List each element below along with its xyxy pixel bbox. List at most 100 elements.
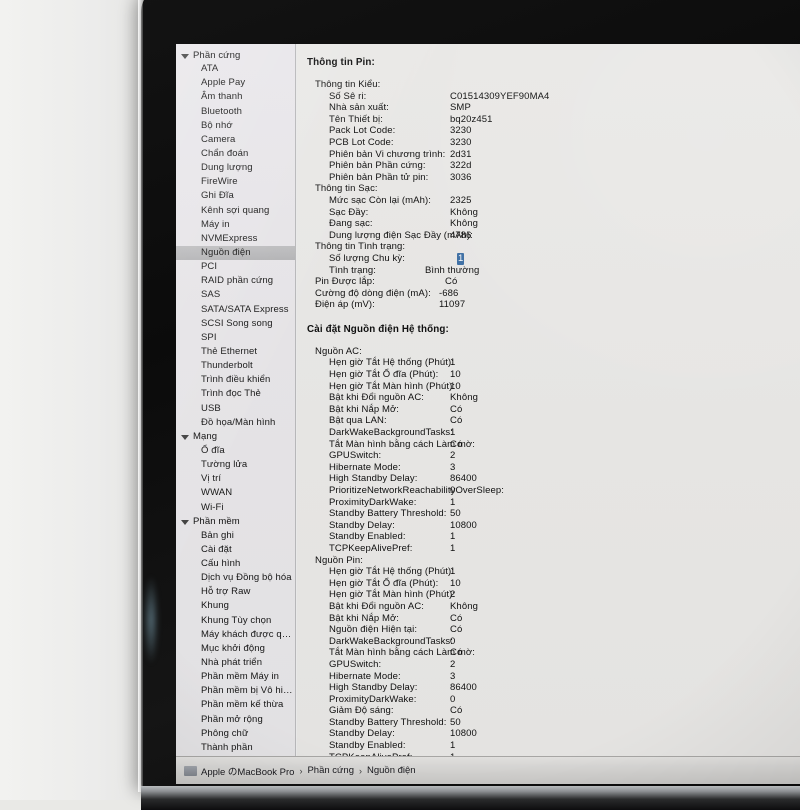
info-row[interactable]: PrioritizeNetworkReachabilityOverSleep: 0	[307, 485, 800, 497]
sidebar-item-do-hoa-man-hinh[interactable]: Đồ họa/Màn hình	[176, 416, 295, 430]
sidebar-group-phan-cung[interactable]: Phần cứng	[176, 48, 295, 62]
info-row[interactable]: PCB Lot Code: 3230	[307, 137, 800, 149]
info-row-value[interactable]: 2	[450, 589, 455, 601]
sidebar-item-am-thanh[interactable]: Âm thanh	[176, 90, 295, 104]
info-row[interactable]: DarkWakeBackgroundTasks: 1	[307, 427, 800, 439]
info-row[interactable]: Mức sạc Còn lại (mAh): 2325	[307, 195, 800, 207]
sidebar-item-raid-phan-cung[interactable]: RAID phần cứng	[176, 274, 295, 288]
info-row[interactable]: Nguồn điện Hiện tại: Có	[307, 624, 800, 636]
info-row-value[interactable]: 86400	[450, 682, 477, 694]
sidebar-item-dich-vu-dong-bo-hoa[interactable]: Dịch vụ Đồng bộ hóa	[176, 571, 295, 585]
info-row[interactable]: Tên Thiết bị: bq20z451	[307, 114, 800, 126]
info-row[interactable]: Phiên bản Phần cứng: 322d	[307, 160, 800, 172]
sidebar-item-ata[interactable]: ATA	[176, 62, 295, 76]
sidebar-item-kenh-soi-quang[interactable]: Kênh sợi quang	[176, 204, 295, 218]
info-row[interactable]: Số Sê ri: C01514309YEF90MA4	[307, 91, 800, 103]
sidebar-group-mang[interactable]: Mạng	[176, 430, 295, 444]
sidebar-item-ghi-dia[interactable]: Ghi Đĩa	[176, 189, 295, 203]
breadcrumb-item-2[interactable]: Nguồn điện	[367, 765, 416, 776]
info-row-value[interactable]: 1	[450, 357, 455, 369]
info-row-value[interactable]: Có	[450, 439, 462, 451]
info-row-value[interactable]: 86400	[450, 473, 477, 485]
sidebar-item-sas[interactable]: SAS	[176, 288, 295, 302]
info-row[interactable]: Hibernate Mode: 3	[307, 671, 800, 683]
system-information-window[interactable]: Phần cứng ATA Apple Pay Âm thanh Bluetooth Bộ…	[176, 44, 800, 784]
info-row[interactable]: Bật khi Nắp Mở: Có	[307, 404, 800, 416]
sidebar-item-khung[interactable]: Khung	[176, 599, 295, 613]
sidebar-item-usb[interactable]: USB	[176, 402, 295, 416]
info-row-value[interactable]: Bình thường	[425, 265, 479, 277]
info-row-value[interactable]: Có	[450, 404, 462, 416]
info-row[interactable]: ProximityDarkWake: 0	[307, 694, 800, 706]
info-row-value[interactable]: 0	[450, 694, 455, 706]
sidebar-item-trinh-doc-the[interactable]: Trình đọc Thẻ	[176, 387, 295, 401]
sidebar-item-nha-phat-trien[interactable]: Nhà phát triển	[176, 656, 295, 670]
info-row[interactable]: Hẹn giờ Tắt Hệ thống (Phút): 1	[307, 566, 800, 578]
info-row[interactable]: Hẹn giờ Tắt Ổ đĩa (Phút): 10	[307, 578, 800, 590]
info-row-value[interactable]: 10800	[450, 728, 477, 740]
sidebar-item-bluetooth[interactable]: Bluetooth	[176, 105, 295, 119]
sidebar-item-pci[interactable]: PCI	[176, 260, 295, 274]
info-row-value[interactable]: 1	[457, 252, 465, 265]
info-row[interactable]: Standby Delay: 10800	[307, 728, 800, 740]
info-row[interactable]: High Standby Delay: 86400	[307, 682, 800, 694]
info-row-value[interactable]: 10	[450, 369, 461, 381]
info-row-value[interactable]: 1	[450, 740, 455, 752]
sidebar-item-thunderbolt[interactable]: Thunderbolt	[176, 359, 295, 373]
info-row-value[interactable]: 10	[450, 578, 461, 590]
info-row[interactable]: Hẹn giờ Tắt Ổ đĩa (Phút): 10	[307, 369, 800, 381]
info-row-value[interactable]: 1	[450, 531, 455, 543]
sidebar-item-chan-doan[interactable]: Chẩn đoán	[176, 147, 295, 161]
info-row-value[interactable]: 3	[450, 671, 455, 683]
info-row[interactable]: GPUSwitch: 2	[307, 450, 800, 462]
info-row[interactable]: Sạc Đầy: Không	[307, 207, 800, 219]
sidebar-item-trinh-dieu-khien[interactable]: Trình điều khiển	[176, 373, 295, 387]
info-row-value[interactable]: Có	[450, 613, 462, 625]
info-row[interactable]: High Standby Delay: 86400	[307, 473, 800, 485]
sidebar-item-ban-ghi[interactable]: Bản ghi	[176, 529, 295, 543]
sidebar-item-sata-sata-express[interactable]: SATA/SATA Express	[176, 303, 295, 317]
sidebar-item-nvmexpress[interactable]: NVMExpress	[176, 232, 295, 246]
sidebar-item-ho-tro-raw[interactable]: Hỗ trợ Raw	[176, 585, 295, 599]
info-row[interactable]: Bật qua LAN: Có	[307, 415, 800, 427]
info-row-value[interactable]: Có	[450, 647, 462, 659]
sidebar-item-phong-chu[interactable]: Phông chữ	[176, 727, 295, 741]
sidebar-item-scsi-song-song[interactable]: SCSI Song song	[176, 317, 295, 331]
sidebar-item-phan-mem-bi-vo-hieu[interactable]: Phần mềm bị Vô hiệu…	[176, 684, 295, 698]
info-row[interactable]: Tắt Màn hình bằng cách Làm mờ: Có	[307, 439, 800, 451]
sidebar-item-phan-mem-ke-thua[interactable]: Phần mềm kế thừa	[176, 698, 295, 712]
info-row[interactable]: Standby Enabled: 1	[307, 531, 800, 543]
info-row[interactable]: Tình trạng: Bình thường	[307, 265, 800, 277]
info-row-value[interactable]: 2	[450, 450, 455, 462]
info-row[interactable]: Bật khi Nắp Mở: Có	[307, 613, 800, 625]
info-row[interactable]: Standby Battery Threshold: 50	[307, 508, 800, 520]
info-row[interactable]: TCPKeepAlivePref: 1	[307, 543, 800, 555]
info-row-value[interactable]: 50	[450, 508, 461, 520]
info-row-value[interactable]: 10800	[450, 520, 477, 532]
info-row[interactable]: Dung lượng điện Sạc Đầy (mAh): 4786	[307, 230, 800, 242]
info-row[interactable]: Điện áp (mV): 11097	[307, 299, 800, 311]
info-row[interactable]: Cường độ dòng điện (mA): -686	[307, 288, 800, 300]
breadcrumb-item-0[interactable]: Apple のMacBook Pro	[201, 764, 294, 778]
info-row[interactable]: Pack Lot Code: 3230	[307, 125, 800, 137]
info-row-value[interactable]: Có	[445, 276, 457, 288]
info-row[interactable]: DarkWakeBackgroundTasks: 0	[307, 636, 800, 648]
disclosure-triangle-icon[interactable]	[181, 53, 189, 59]
sidebar-item-camera[interactable]: Camera	[176, 133, 295, 147]
info-row-value[interactable]: Có	[450, 705, 462, 717]
sidebar-item-nguon-dien[interactable]: Nguồn điện	[176, 245, 295, 261]
info-row-value[interactable]: Có	[450, 624, 462, 636]
sidebar-item-phan-mo-rong[interactable]: Phần mở rộng	[176, 713, 295, 727]
info-row[interactable]: Tắt Màn hình bằng cách Làm mờ: Có	[307, 647, 800, 659]
sidebar-item-khung-tuy-chon[interactable]: Khung Tùy chọn	[176, 614, 295, 628]
sidebar-item-bo-nho[interactable]: Bộ nhớ	[176, 119, 295, 133]
sidebar-item-may-in[interactable]: Máy in	[176, 218, 295, 232]
sidebar-item-wi-fi[interactable]: Wi-Fi	[176, 501, 295, 515]
info-row-value[interactable]: 50	[450, 717, 461, 729]
disclosure-triangle-icon[interactable]	[181, 435, 189, 441]
info-row-value[interactable]: 0	[450, 485, 455, 497]
sidebar-item-apple-pay[interactable]: Apple Pay	[176, 76, 295, 90]
info-row[interactable]: Nhà sản xuất: SMP	[307, 102, 800, 114]
info-row-value[interactable]: 3	[450, 462, 455, 474]
sidebar-item-tuong-lua[interactable]: Tường lửa	[176, 458, 295, 472]
